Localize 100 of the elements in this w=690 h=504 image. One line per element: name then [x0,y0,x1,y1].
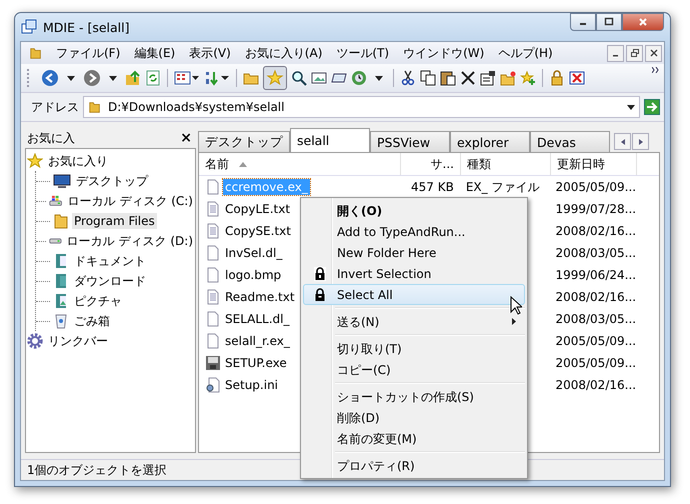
menu-item[interactable]: Invert Selection [303,263,525,284]
tab[interactable]: デスクトップ [198,131,290,152]
column-header[interactable]: 種類 [461,153,551,175]
maximize-icon [604,17,614,27]
menu-item[interactable]: プロパティ(R) [303,455,525,476]
close-button[interactable] [645,44,662,62]
tab[interactable]: Devas [530,131,610,152]
close-window-icon[interactable] [569,70,585,86]
menu-item[interactable]: 切り取り(T) [303,338,525,359]
tree-item[interactable]: お気に入り [46,152,110,170]
menu-item[interactable]: お気に入り(A) [238,44,330,62]
tree-item[interactable]: ドキュメント [72,252,148,270]
menu-item[interactable]: ファイル(F) [49,44,128,62]
file-icon [205,311,221,327]
tree-item[interactable]: ごみ箱 [72,312,112,330]
menu-item[interactable]: 名前の変更(M) [303,428,525,449]
column-header[interactable]: 更新日時 [551,153,637,175]
dropdown-caret-icon[interactable] [627,104,635,110]
image-icon[interactable] [311,70,327,86]
menu-item[interactable]: Add to TypeAndRun... [303,221,525,242]
column-header[interactable]: 名前 [199,153,401,175]
file-name[interactable]: Readme.txt [223,289,297,305]
address-field[interactable]: D:¥Downloads¥system¥selall [83,96,640,118]
refresh-icon[interactable] [145,70,161,86]
delete-icon[interactable] [460,70,476,86]
menu-item[interactable]: コピー(C) [303,359,525,380]
padlock-icon [314,266,326,280]
add-favorite-icon[interactable] [520,70,536,86]
go-arrow-icon[interactable] [644,99,660,115]
menu-item[interactable]: 送る(N) [303,311,525,332]
search-icon[interactable] [291,70,307,86]
tree-item[interactable]: ローカル ディスク (C:) [66,192,195,210]
restore-button[interactable] [626,44,643,62]
menu-item[interactable]: ショートカットの作成(S) [303,386,525,407]
drive-icon [48,237,62,245]
tree-item[interactable]: Program Files [72,213,157,229]
file-name[interactable]: InvSel.dl_ [223,245,284,261]
menu-item[interactable]: New Folder Here [303,242,525,263]
minimize-button[interactable] [607,44,624,62]
file-name[interactable]: selall_r.ex_ [223,333,292,349]
scroll-right-button[interactable] [632,133,649,150]
tab[interactable]: PSSView [370,131,450,152]
menu-item[interactable]: 編集(E) [127,44,182,62]
sort-icon[interactable] [204,70,230,86]
table-cell: 2005/05/09... [555,356,636,370]
book-icon [53,273,69,289]
back-icon[interactable] [41,69,59,87]
file-name[interactable]: SETUP.exe [223,355,289,371]
menu-item[interactable]: 開く(O) [303,200,525,221]
menu-item[interactable]: 表示(V) [182,44,238,62]
new-folder-icon[interactable] [500,70,516,86]
lock-icon[interactable] [549,70,565,86]
menu-item[interactable]: ツール(T) [329,44,396,62]
tab[interactable]: selall [290,128,370,152]
view-icon[interactable] [174,70,200,86]
tree-item[interactable]: ダウンロード [72,272,148,290]
maximize-button[interactable] [596,13,622,31]
tree-item[interactable]: ローカル ディスク (D:) [64,232,195,250]
paste-icon[interactable] [440,70,456,86]
table-cell: 1999/07/28... [555,202,636,216]
file-name[interactable]: SELALL.dl_ [223,311,292,327]
tab[interactable]: explorer [450,131,530,152]
forward-icon[interactable] [83,69,101,87]
menu-item[interactable]: 削除(D) [303,407,525,428]
tree-item[interactable]: リンクバー [46,332,110,350]
file-icon [205,333,221,349]
scissors-icon[interactable] [400,70,416,86]
close-icon [638,17,648,27]
minimize-button[interactable] [570,13,596,31]
scroll-left-button[interactable] [614,133,631,150]
folder-icon [88,99,102,115]
menu-item[interactable]: ヘルプ(H) [491,44,560,62]
copy-icon[interactable] [420,70,436,86]
tree-item[interactable]: デスクトップ [74,172,150,190]
file-name[interactable]: CopySE.txt [223,223,293,239]
caret-icon[interactable] [109,76,117,80]
status-text: 1個のオブジェクトを選択 [27,462,167,478]
table-cell: 457 KB [411,180,454,194]
padlock-icon [314,288,326,302]
file-name[interactable]: Setup.ini [223,377,280,393]
file-name[interactable]: logo.bmp [223,267,284,283]
file-name[interactable]: CopyLE.txt [223,201,292,217]
properties-icon[interactable] [480,70,496,86]
table-cell: 2008/03/05... [555,312,636,326]
caret-icon[interactable] [67,76,75,80]
file-icon [205,267,221,283]
table-cell: EX_ ファイル [466,178,540,196]
table-cell: 2005/05/09... [555,334,636,348]
table-cell: 1999/06/24... [555,268,636,282]
close-button[interactable] [622,13,664,31]
star-icon [27,153,43,169]
chevron-icon[interactable] [652,67,660,73]
tree-item[interactable]: ピクチャ [72,292,124,310]
close-pane-button[interactable]: × [180,131,192,145]
table-cell: 2008/02/16... [555,290,636,304]
up-folder-icon[interactable] [125,70,141,86]
menu-item[interactable]: Select All [303,284,525,305]
column-header[interactable]: サ... [401,153,461,175]
menu-item[interactable]: ウインドウ(W) [396,44,492,62]
caret-icon[interactable] [375,76,383,80]
